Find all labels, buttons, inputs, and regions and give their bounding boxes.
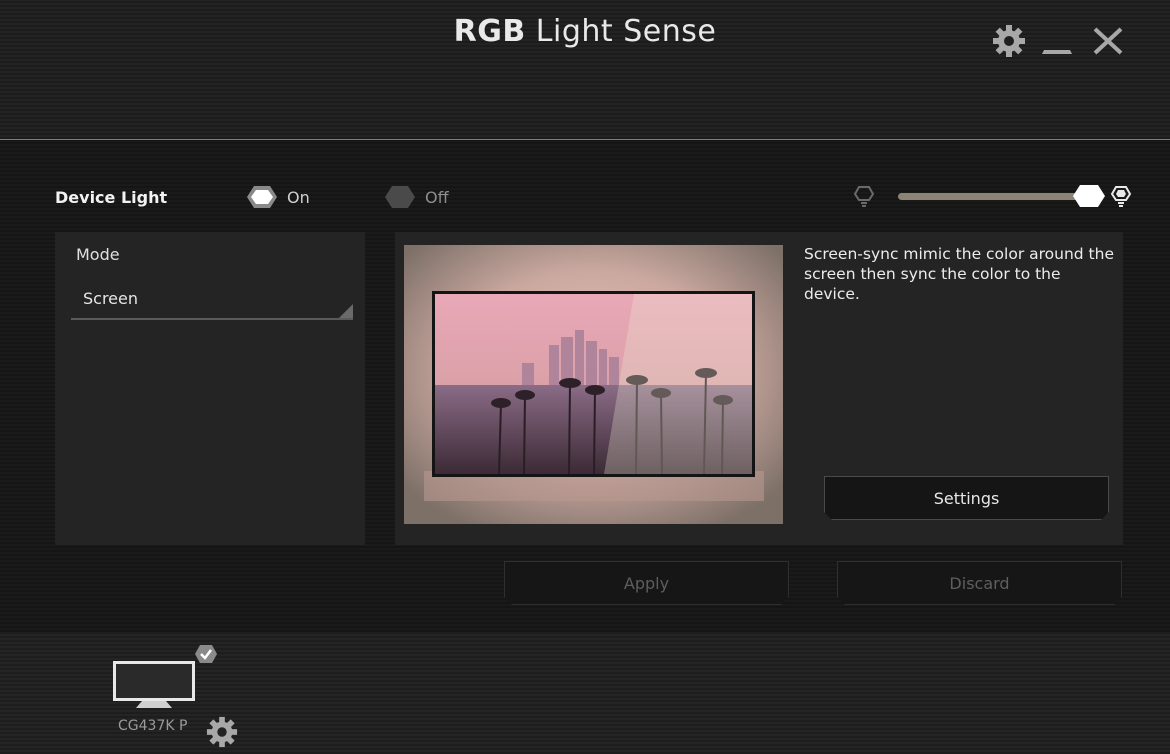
minimize-icon: [1042, 50, 1072, 54]
apply-button[interactable]: Apply: [504, 561, 789, 605]
check-icon: [195, 645, 217, 663]
mode-description: Screen-sync mimic the color around the s…: [804, 245, 1114, 303]
device-light-label: Device Light: [55, 188, 168, 207]
dropdown-corner-icon: [339, 304, 353, 318]
gear-icon[interactable]: [206, 716, 238, 748]
on-label: On: [287, 187, 310, 207]
bulb-dim-icon: [853, 186, 875, 207]
monitor-icon: [113, 661, 195, 708]
close-icon: [1093, 27, 1123, 55]
settings-button[interactable]: Settings: [824, 476, 1109, 520]
off-label: Off: [425, 187, 449, 207]
app-title-rest: Light Sense: [525, 14, 717, 49]
minimize-button[interactable]: [1040, 30, 1074, 58]
bulb-bright-icon: [1110, 186, 1132, 207]
hexagon-radio-unselected-icon: [385, 186, 415, 208]
mode-selected-value: Screen: [83, 289, 139, 308]
hexagon-radio-selected-icon: [247, 186, 277, 208]
device-light-on-radio[interactable]: On: [245, 184, 310, 210]
screen-sync-preview-image: [404, 245, 783, 524]
brightness-slider-thumb[interactable]: [1072, 184, 1106, 208]
app-settings-button[interactable]: [992, 24, 1026, 58]
mode-label: Mode: [76, 245, 120, 264]
mode-panel: [55, 232, 365, 545]
device-name: CG437K P: [118, 718, 188, 734]
gear-icon: [993, 25, 1025, 57]
discard-button[interactable]: Discard: [837, 561, 1122, 605]
app-title-bold: RGB: [453, 14, 526, 49]
mode-dropdown[interactable]: Screen: [71, 284, 353, 320]
device-light-off-radio[interactable]: Off: [383, 184, 449, 210]
close-button[interactable]: [1090, 24, 1126, 58]
